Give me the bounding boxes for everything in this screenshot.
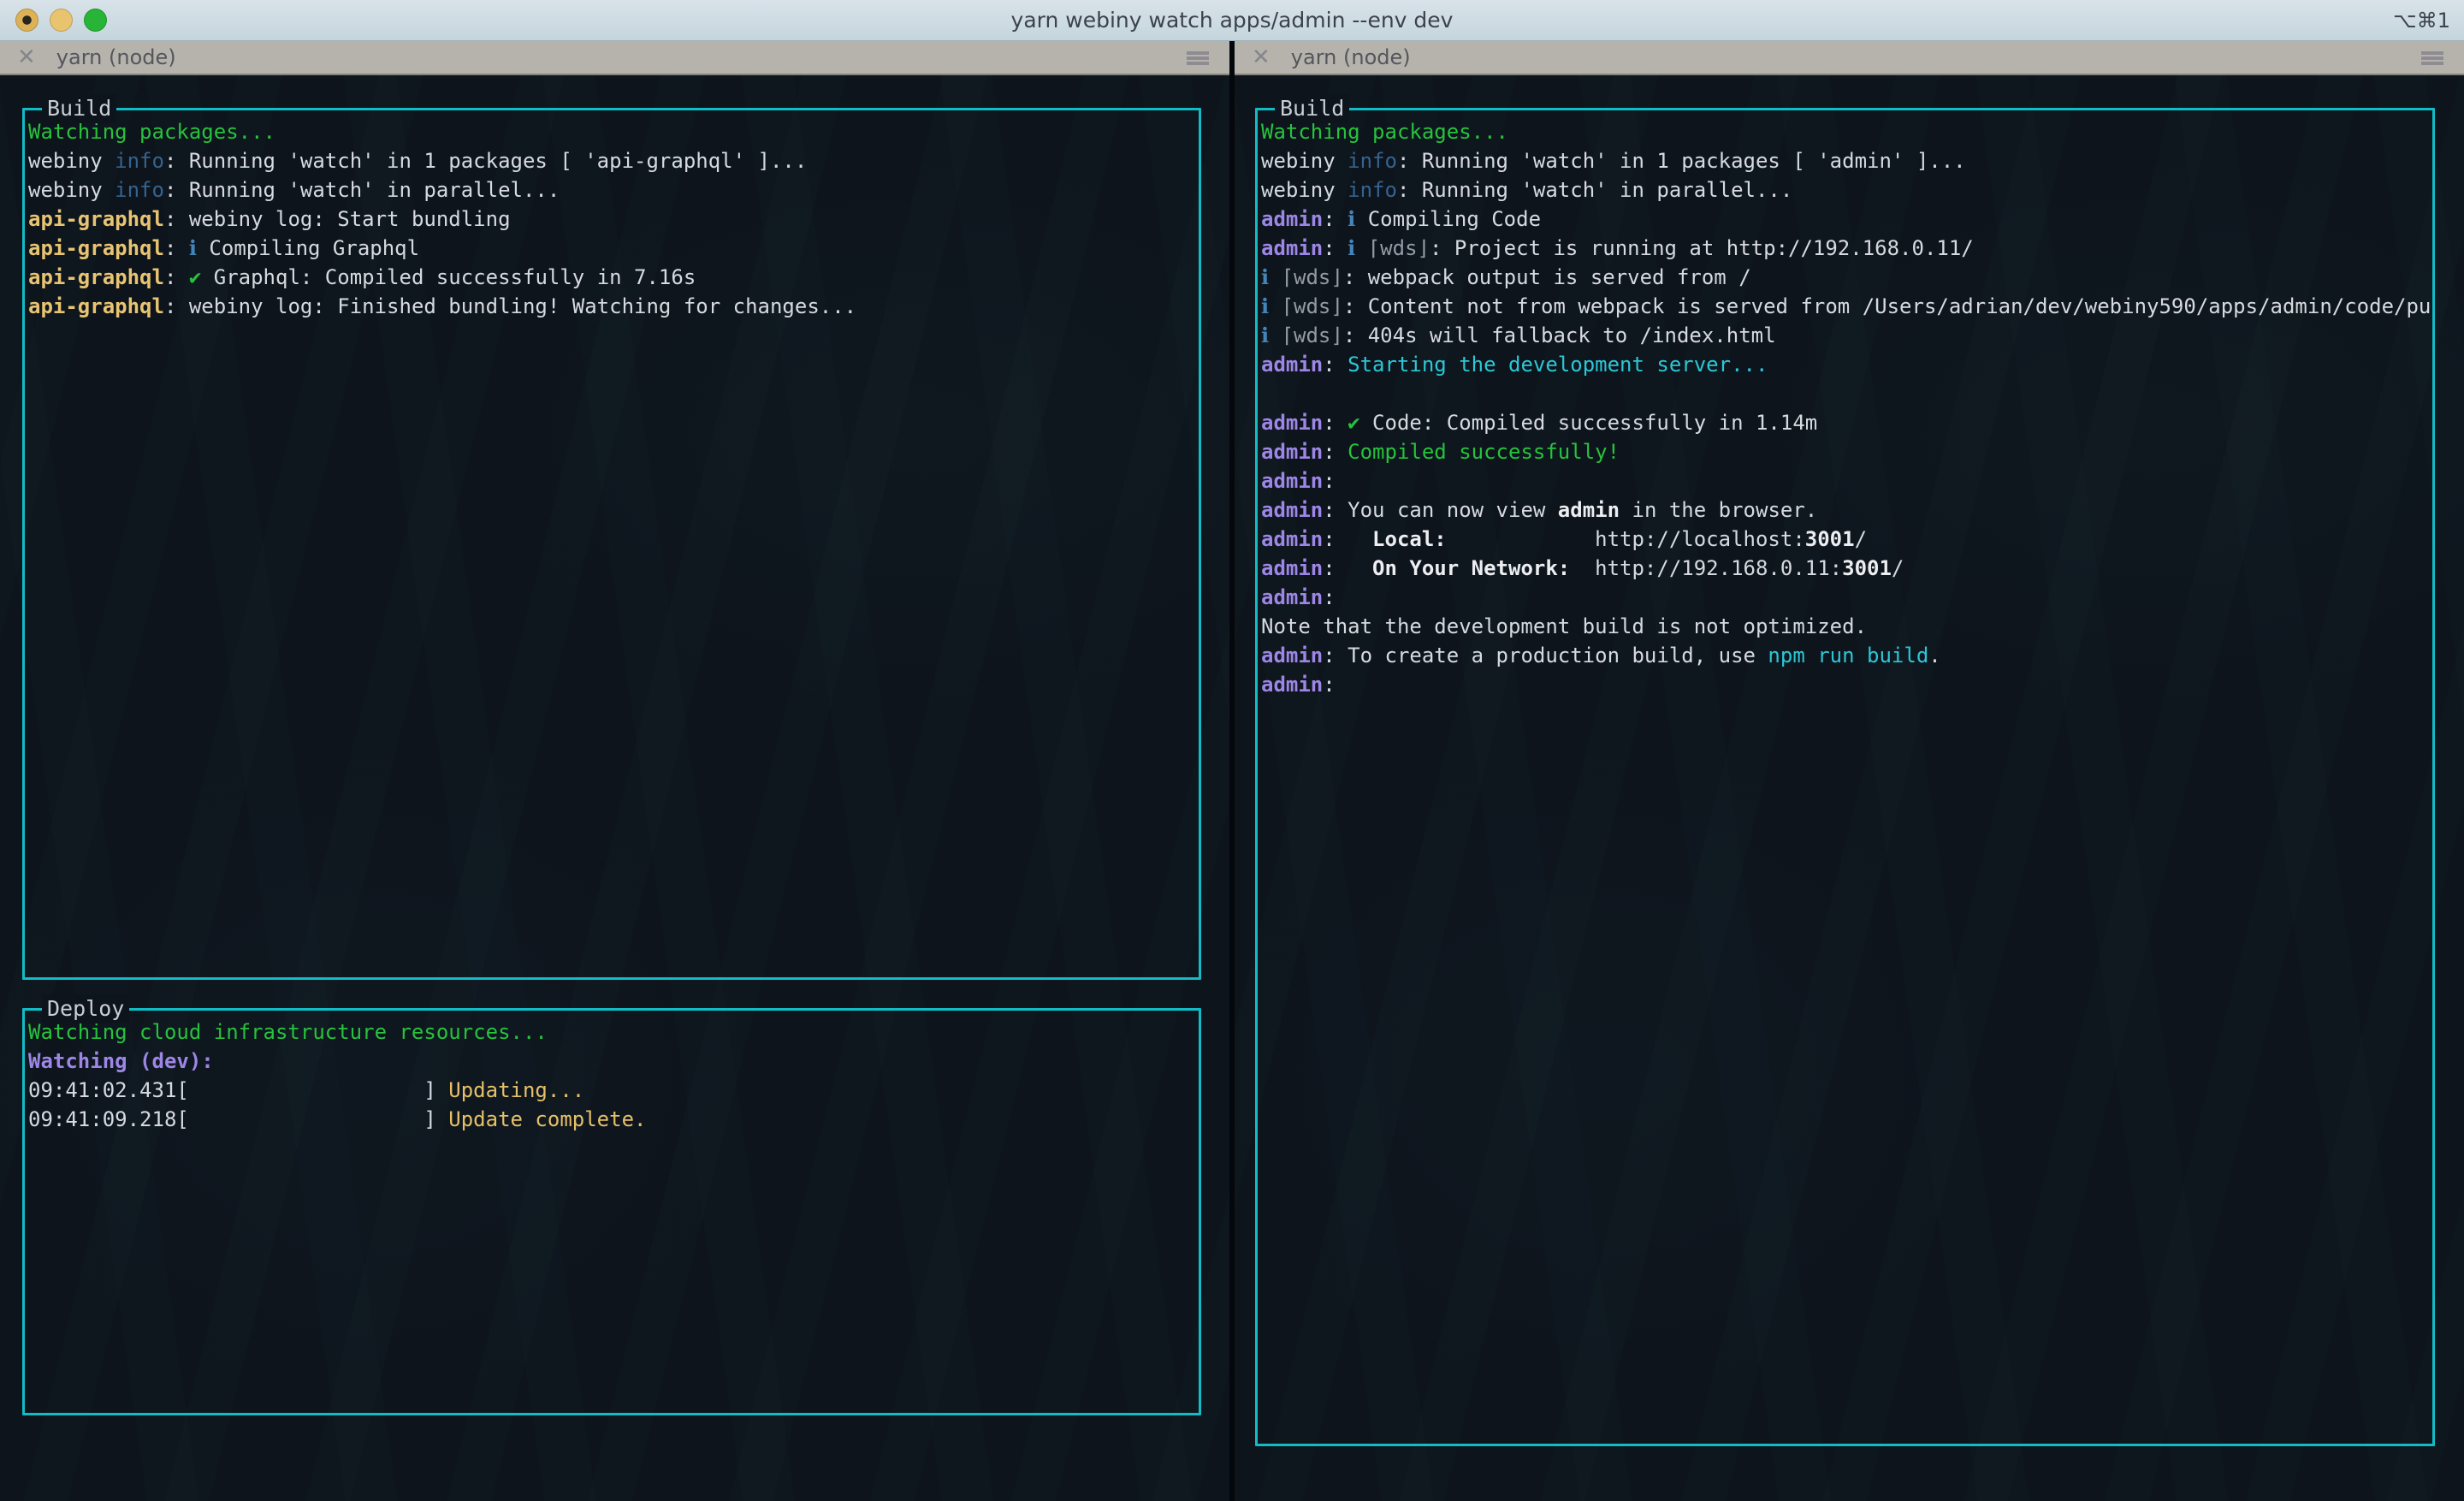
pane-right: ✕ yarn (node) Build Watching packages...… (1235, 41, 2464, 1501)
pane-left-titlebar[interactable]: ✕ yarn (node) (0, 41, 1229, 75)
terminal-line: api-graphql: ✔ Graphql: Compiled success… (28, 263, 1199, 292)
window-titlebar[interactable]: yarn webiny watch apps/admin --env dev ⌥… (0, 0, 2464, 41)
terminal-line: admin: ℹ ⌈wds⌋: Project is running at ht… (1261, 234, 2432, 263)
terminal-line: 09:41:09.218[ ] Update complete. (28, 1105, 1199, 1134)
terminal-line: 09:41:02.431[ ] Updating... (28, 1076, 1199, 1105)
terminal-line: webiny info: Running 'watch' in 1 packag… (1261, 146, 2432, 175)
terminal-line: Watching packages... (28, 117, 1199, 146)
terminal-line: admin: (1261, 583, 2432, 612)
pane-left: ✕ yarn (node) Build Watching packages...… (0, 41, 1229, 1501)
terminal-line: admin: ✔ Code: Compiled successfully in … (1261, 408, 2432, 437)
terminal-line: admin: Starting the development server..… (1261, 350, 2432, 379)
terminal-line: admin: Local: http://localhost:3001/ (1261, 525, 2432, 554)
build-box-title: Build (1275, 94, 1349, 123)
deploy-box: Deploy Watching cloud infrastructure res… (22, 1008, 1201, 1415)
build-box-title: Build (42, 94, 116, 123)
pane-menu-icon[interactable] (1187, 51, 1209, 55)
pane-right-titlebar[interactable]: ✕ yarn (node) (1235, 41, 2464, 75)
terminal-line: admin: Compiled successfully! (1261, 437, 2432, 466)
terminal-line: Note that the development build is not o… (1261, 612, 2432, 641)
terminal-window: yarn webiny watch apps/admin --env dev ⌥… (0, 0, 2464, 1501)
terminal-line: Watching packages... (1261, 117, 2432, 146)
build-box-output: Watching packages...webiny info: Running… (1258, 110, 2432, 699)
terminal-line: admin: (1261, 670, 2432, 699)
window-shortcut-badge: ⌥⌘1 (2393, 0, 2450, 41)
split-panes: ✕ yarn (node) Build Watching packages...… (0, 41, 2464, 1501)
terminal-line (1261, 379, 2432, 408)
build-box-output: Watching packages...webiny info: Running… (25, 110, 1199, 321)
deploy-box-output: Watching cloud infrastructure resources.… (25, 1011, 1199, 1134)
build-box: Build Watching packages...webiny info: R… (22, 108, 1201, 980)
terminal-line: ℹ ⌈wds⌋: 404s will fallback to /index.ht… (1261, 321, 2432, 350)
pane-menu-icon[interactable] (2421, 51, 2443, 55)
terminal-line: Watching cloud infrastructure resources.… (28, 1017, 1199, 1047)
close-pane-icon[interactable]: ✕ (17, 40, 36, 74)
terminal-line: webiny info: Running 'watch' in parallel… (1261, 175, 2432, 205)
terminal-line: api-graphql: webiny log: Finished bundli… (28, 292, 1199, 321)
terminal-line: Watching (dev): (28, 1047, 1199, 1076)
terminal-line: admin: On Your Network: http://192.168.0… (1261, 554, 2432, 583)
terminal-line: admin: You can now view admin in the bro… (1261, 495, 2432, 525)
deploy-box-title: Deploy (42, 994, 129, 1023)
terminal-line: webiny info: Running 'watch' in 1 packag… (28, 146, 1199, 175)
terminal-line: admin: To create a production build, use… (1261, 641, 2432, 670)
window-title: yarn webiny watch apps/admin --env dev (0, 0, 2464, 41)
terminal-line: admin: (1261, 466, 2432, 495)
build-box: Build Watching packages...webiny info: R… (1255, 108, 2435, 1446)
terminal-line: ℹ ⌈wds⌋: webpack output is served from / (1261, 263, 2432, 292)
terminal-screen-left[interactable]: Build Watching packages...webiny info: R… (0, 75, 1229, 1501)
close-pane-icon[interactable]: ✕ (1252, 40, 1270, 74)
terminal-screen-right[interactable]: Build Watching packages...webiny info: R… (1235, 75, 2464, 1501)
terminal-line: api-graphql: ℹ Compiling Graphql (28, 234, 1199, 263)
pane-title-label: yarn (node) (1291, 40, 1411, 74)
terminal-line: admin: ℹ Compiling Code (1261, 205, 2432, 234)
terminal-line: ℹ ⌈wds⌋: Content not from webpack is ser… (1261, 292, 2432, 321)
terminal-line: webiny info: Running 'watch' in parallel… (28, 175, 1199, 205)
terminal-line: api-graphql: webiny log: Start bundling (28, 205, 1199, 234)
pane-title-label: yarn (node) (56, 40, 176, 74)
